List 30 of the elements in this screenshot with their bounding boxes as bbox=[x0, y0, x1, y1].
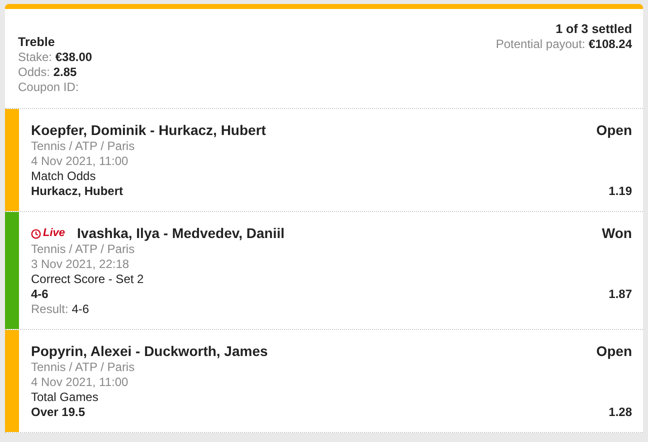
selection: 4-6 bbox=[31, 287, 48, 302]
bet-type: Treble bbox=[18, 35, 56, 50]
leg-status: Won bbox=[602, 225, 632, 242]
event-date: 4 Nov 2021, 11:00 bbox=[31, 375, 130, 390]
event-category: Tennis / ATP / Paris bbox=[31, 139, 136, 154]
event-date: 3 Nov 2021, 22:18 bbox=[31, 257, 130, 272]
coupon-detail: Stake: €38.00 bbox=[18, 50, 92, 65]
leg-status: Open bbox=[596, 122, 632, 139]
event-date: 4 Nov 2021, 11:00 bbox=[31, 154, 130, 169]
selection-odds: 1.87 bbox=[608, 287, 632, 302]
event-name: Ivashka, Ilya - Medvedev, Daniil bbox=[77, 225, 285, 242]
leg-status: Open bbox=[596, 343, 632, 360]
clock-icon bbox=[31, 228, 41, 238]
selection: Over 19.5 bbox=[31, 405, 86, 420]
market-name: Correct Score - Set 2 bbox=[31, 272, 145, 287]
selection-odds: 1.28 bbox=[608, 405, 632, 420]
event-category: Tennis / ATP / Paris bbox=[31, 360, 136, 375]
coupon-detail: Coupon ID: bbox=[18, 80, 80, 95]
event-category: Tennis / ATP / Paris bbox=[31, 242, 136, 257]
selection-odds: 1.19 bbox=[608, 184, 632, 199]
live-label: Live bbox=[43, 226, 66, 241]
result: Result: 4-6 bbox=[31, 302, 90, 317]
settled-count: 1 of 3 settled bbox=[554, 22, 632, 37]
potential-payout: Potential payout: €108.24 bbox=[496, 37, 632, 52]
event-name: Popyrin, Alexei - Duckworth, James bbox=[31, 343, 268, 360]
market-name: Match Odds bbox=[31, 169, 97, 184]
selection: Hurkacz, Hubert bbox=[31, 184, 124, 199]
event-name: Koepfer, Dominik - Hurkacz, Hubert bbox=[31, 122, 266, 139]
market-name: Total Games bbox=[31, 390, 100, 405]
coupon-detail: Odds: 2.85 bbox=[18, 65, 78, 80]
